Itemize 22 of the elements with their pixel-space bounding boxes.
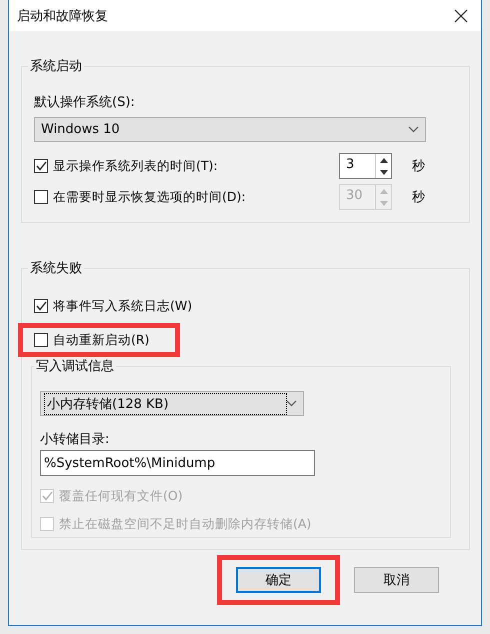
unit-label: 秒 xyxy=(412,189,425,206)
group-title: 系统启动 xyxy=(29,58,83,75)
field-label: 小转储目录: xyxy=(40,431,110,448)
checkbox-label[interactable]: 显示操作系统列表的时间(T): xyxy=(34,156,218,176)
checkbox[interactable] xyxy=(34,159,48,173)
directory-field[interactable]: %SystemRoot%\Minidump xyxy=(40,450,315,476)
chevron-down-icon xyxy=(408,126,419,133)
window-title: 启动和故障恢复 xyxy=(17,8,108,24)
dialog-button[interactable]: 取消 xyxy=(354,567,439,593)
checkbox-label[interactable]: 自动重新启动(R) xyxy=(34,330,167,350)
group-title: 系统失败 xyxy=(29,260,83,277)
os-dropdown[interactable]: Windows 10 xyxy=(34,117,426,142)
checkbox-label[interactable]: 将事件写入系统日志(W) xyxy=(34,296,192,316)
chevron-down-icon xyxy=(286,400,297,407)
unit-label: 秒 xyxy=(412,158,425,175)
dump-type-dropdown[interactable]: 小内存转储(128 KB) xyxy=(40,391,304,416)
checkbox[interactable] xyxy=(34,299,48,313)
dialog-button[interactable]: 确定 xyxy=(236,567,321,593)
number-spinner[interactable]: 3 xyxy=(339,153,392,179)
checkbox[interactable] xyxy=(34,333,48,347)
group-title: 写入调试信息 xyxy=(35,358,115,375)
field-label: 默认操作系统(S): xyxy=(34,94,136,111)
